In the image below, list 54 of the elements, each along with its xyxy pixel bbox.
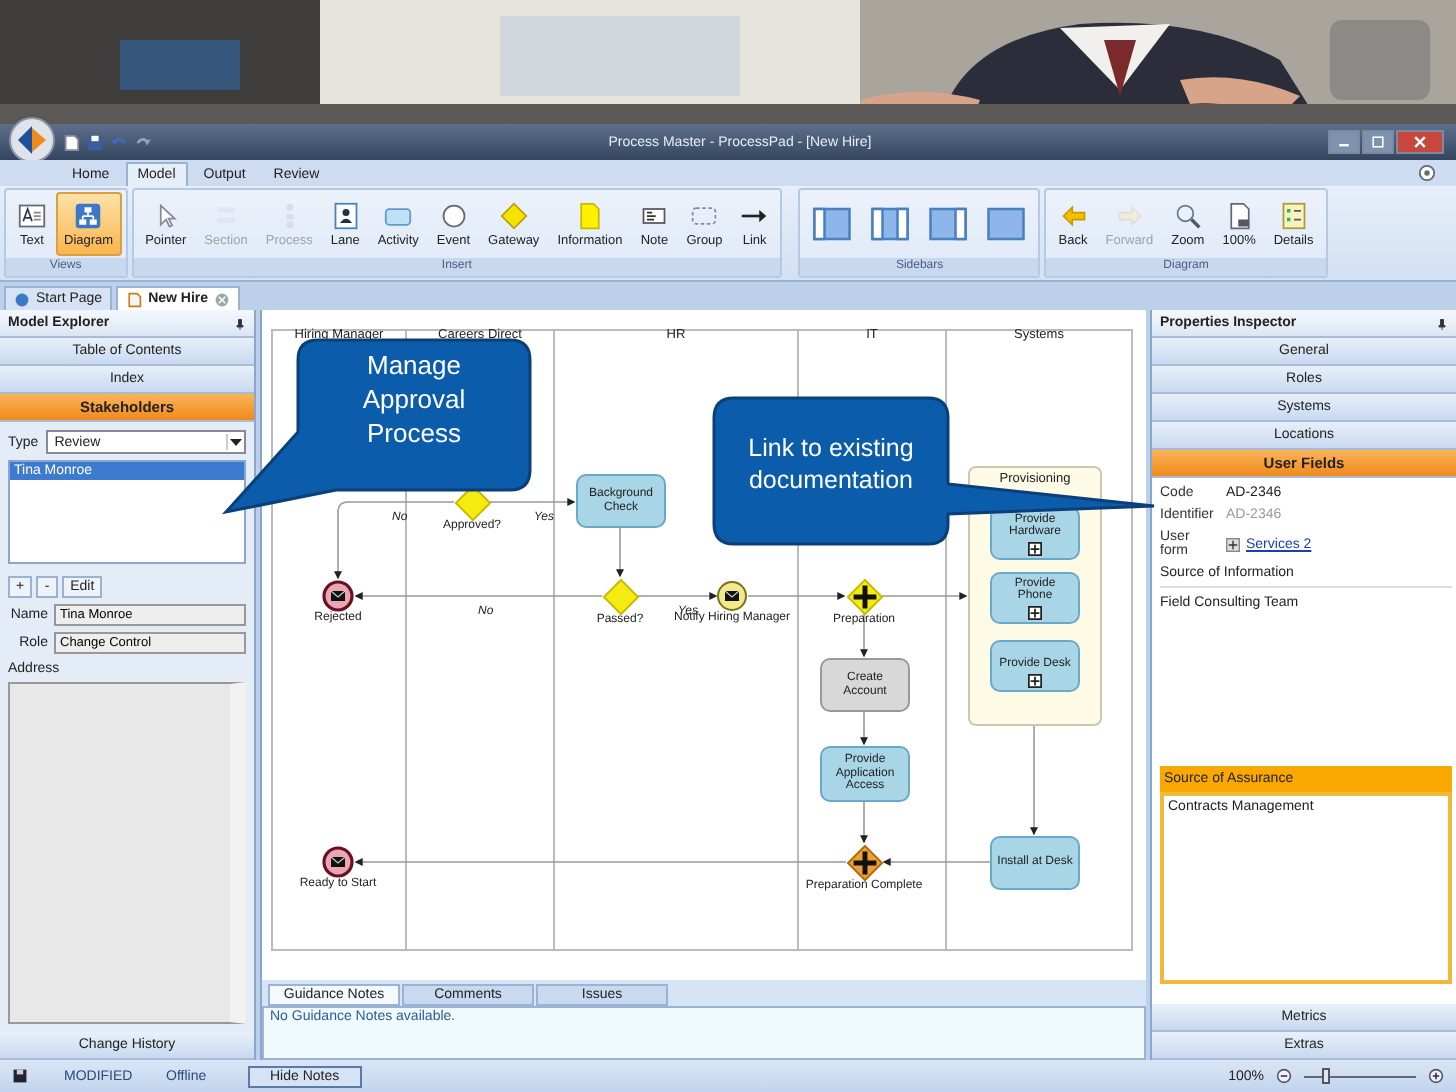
save-icon[interactable] <box>86 133 104 151</box>
layout-icon <box>812 204 853 244</box>
pin-icon[interactable] <box>1436 317 1448 329</box>
close-icon <box>1412 134 1428 150</box>
close-button[interactable] <box>1396 130 1444 154</box>
caret-icon <box>226 434 244 450</box>
layout-icon <box>870 204 911 244</box>
callout-text: Manage Approval Process <box>360 350 468 452</box>
redo-icon[interactable] <box>134 133 152 151</box>
help-icon[interactable] <box>1418 164 1436 182</box>
flow-arrow <box>882 858 991 866</box>
expand-icon[interactable] <box>1028 674 1042 688</box>
expand-icon[interactable] <box>1028 606 1042 620</box>
flow-arrow <box>1030 725 1038 836</box>
flow-arrow <box>860 801 868 844</box>
flow-arrow <box>489 498 576 506</box>
zoom-out-button[interactable] <box>1276 1068 1292 1084</box>
page-icon <box>1225 201 1254 229</box>
magnifier-icon <box>1173 201 1202 229</box>
document-icon <box>575 201 604 229</box>
address-field[interactable] <box>8 682 246 1024</box>
gateway-diamond[interactable] <box>845 577 883 615</box>
envelope-event[interactable] <box>322 846 354 878</box>
person-icon <box>331 201 360 229</box>
gateway-diamond[interactable] <box>845 843 883 881</box>
flow-arrow <box>616 527 624 578</box>
pin-icon[interactable] <box>234 317 246 329</box>
expand-icon[interactable] <box>1028 542 1042 556</box>
forward-arrow-icon <box>1115 201 1144 229</box>
minimize-button[interactable] <box>1328 130 1360 154</box>
flow-arrow <box>881 592 968 600</box>
callout-text: Link to existing documentation <box>746 432 916 497</box>
flow-arrow <box>747 592 846 600</box>
diagram-icon <box>74 201 103 229</box>
dashed-rectangle-icon <box>690 201 719 229</box>
flow-arrow <box>860 709 868 746</box>
details-icon <box>1279 201 1308 229</box>
layout-icon <box>986 204 1027 244</box>
envelope-event[interactable] <box>322 580 354 612</box>
save-icon[interactable] <box>12 1068 28 1084</box>
back-arrow-icon <box>1059 201 1088 229</box>
maximize-icon <box>1370 134 1386 150</box>
layout-icon <box>928 204 969 244</box>
add-icon[interactable] <box>1226 537 1240 551</box>
globe-icon <box>14 291 30 307</box>
circle-icon <box>439 201 468 229</box>
document-icon[interactable] <box>62 133 80 151</box>
zoom-in-button[interactable] <box>1428 1068 1444 1084</box>
text-icon <box>18 201 46 229</box>
slider-thumb[interactable] <box>1322 1067 1331 1083</box>
maximize-button[interactable] <box>1362 130 1394 154</box>
diamond-icon <box>499 201 528 229</box>
flow-arrow <box>637 592 718 600</box>
envelope-event[interactable] <box>716 580 748 612</box>
